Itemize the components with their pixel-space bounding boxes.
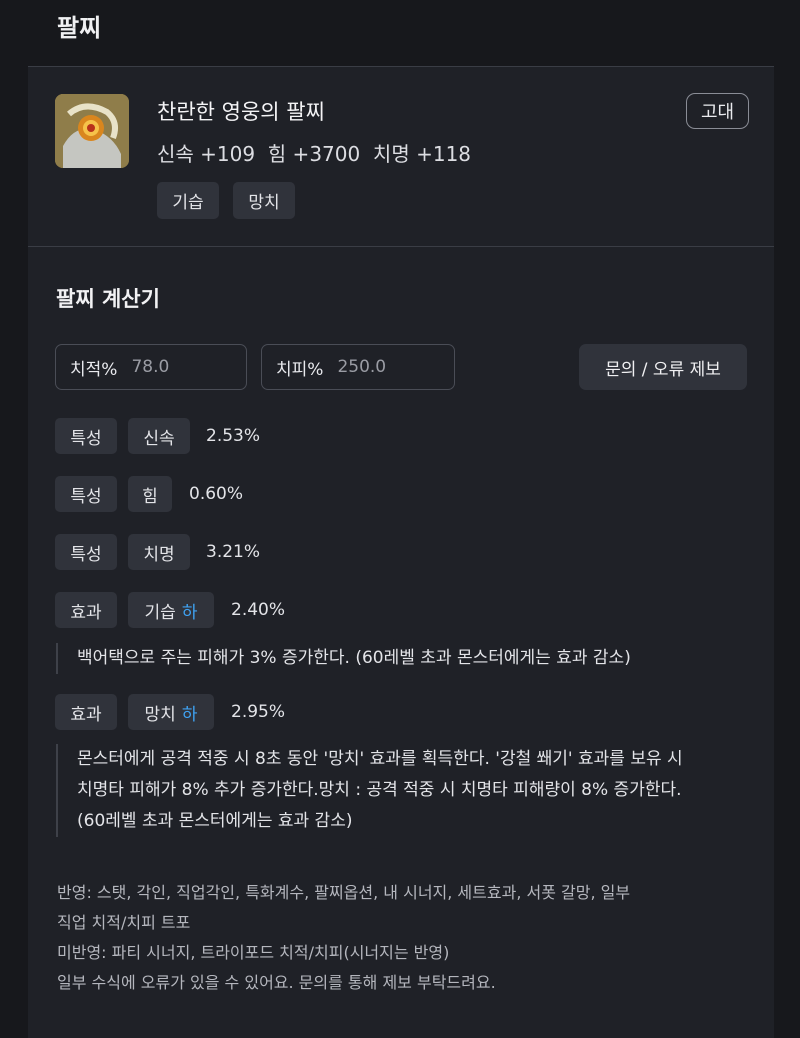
notes: 반영: 스탯, 각인, 직업각인, 특화계수, 팔찌옵션, 내 시너지, 세트효… xyxy=(57,878,737,998)
row-name-badge: 망치 하 xyxy=(128,694,214,730)
row-type-badge: 효과 xyxy=(55,592,117,628)
report-button[interactable]: 문의 / 오류 제보 xyxy=(579,344,747,390)
row-name-label: 망치 xyxy=(144,704,176,725)
row-type-badge: 특성 xyxy=(55,534,117,570)
crit-rate-placeholder: 78.0 xyxy=(131,357,170,377)
row-value: 0.60% xyxy=(189,484,244,504)
row-value: 2.95% xyxy=(231,702,286,722)
row-type-badge: 특성 xyxy=(55,418,117,454)
effect-description-line: 치명타 피해가 8% 추가 증가한다.망치 : 공격 적중 시 치명타 피해량이… xyxy=(77,780,682,800)
crit-damage-placeholder: 250.0 xyxy=(337,357,387,377)
item-name: 찬란한 영웅의 팔찌 xyxy=(157,100,325,124)
section-divider xyxy=(28,246,774,247)
row-type-badge: 효과 xyxy=(55,694,117,730)
row-name-badge: 힘 xyxy=(128,476,172,512)
item-tag: 기습 xyxy=(157,182,219,219)
applied-note: 직업 치적/치피 트포 xyxy=(57,913,191,932)
row-value: 2.53% xyxy=(206,426,261,446)
disclaimer-note: 일부 수식에 오류가 있을 수 있어요. 문의를 통해 제보 부탁드려요. xyxy=(57,973,496,992)
crit-rate-field[interactable]: 치적% 78.0 xyxy=(55,344,247,390)
applied-note: 반영: 스탯, 각인, 직업각인, 특화계수, 팔찌옵션, 내 시너지, 세트효… xyxy=(57,883,631,902)
row-value: 2.40% xyxy=(231,600,286,620)
effect-description: 몬스터에게 공격 적중 시 8초 동안 '망치' 효과를 획득한다. '강철 쐐… xyxy=(56,744,683,837)
row-grade-label: 하 xyxy=(181,602,198,623)
row-value: 3.21% xyxy=(206,542,261,562)
effect-description: 백어택으로 주는 피해가 3% 증가한다. (60레벨 초과 몬스터에게는 효과… xyxy=(56,643,631,674)
row-name-label: 기습 xyxy=(144,602,176,623)
row-type-badge: 특성 xyxy=(55,476,117,512)
item-stats: 신속 +109 힘 +3700 치명 +118 xyxy=(157,142,472,166)
crit-damage-field[interactable]: 치피% 250.0 xyxy=(261,344,455,390)
calculator-title: 팔찌 계산기 xyxy=(56,287,160,311)
crit-rate-label: 치적% xyxy=(70,359,118,380)
bracelet-icon xyxy=(55,94,129,168)
row-grade-label: 하 xyxy=(181,704,198,725)
page-title: 팔찌 xyxy=(57,14,102,42)
item-tag: 망치 xyxy=(233,182,295,219)
effect-description-line: (60레벨 초과 몬스터에게는 효과 감소) xyxy=(77,811,353,831)
row-name-badge: 기습 하 xyxy=(128,592,214,628)
crit-damage-label: 치피% xyxy=(276,359,324,380)
row-name-badge: 치명 xyxy=(128,534,190,570)
row-name-badge: 신속 xyxy=(128,418,190,454)
grade-badge: 고대 xyxy=(686,93,749,129)
effect-description-line: 몬스터에게 공격 적중 시 8초 동안 '망치' 효과를 획득한다. '강철 쐐… xyxy=(77,749,683,769)
not-applied-note: 미반영: 파티 시너지, 트라이포드 치적/치피(시너지는 반영) xyxy=(57,943,450,962)
